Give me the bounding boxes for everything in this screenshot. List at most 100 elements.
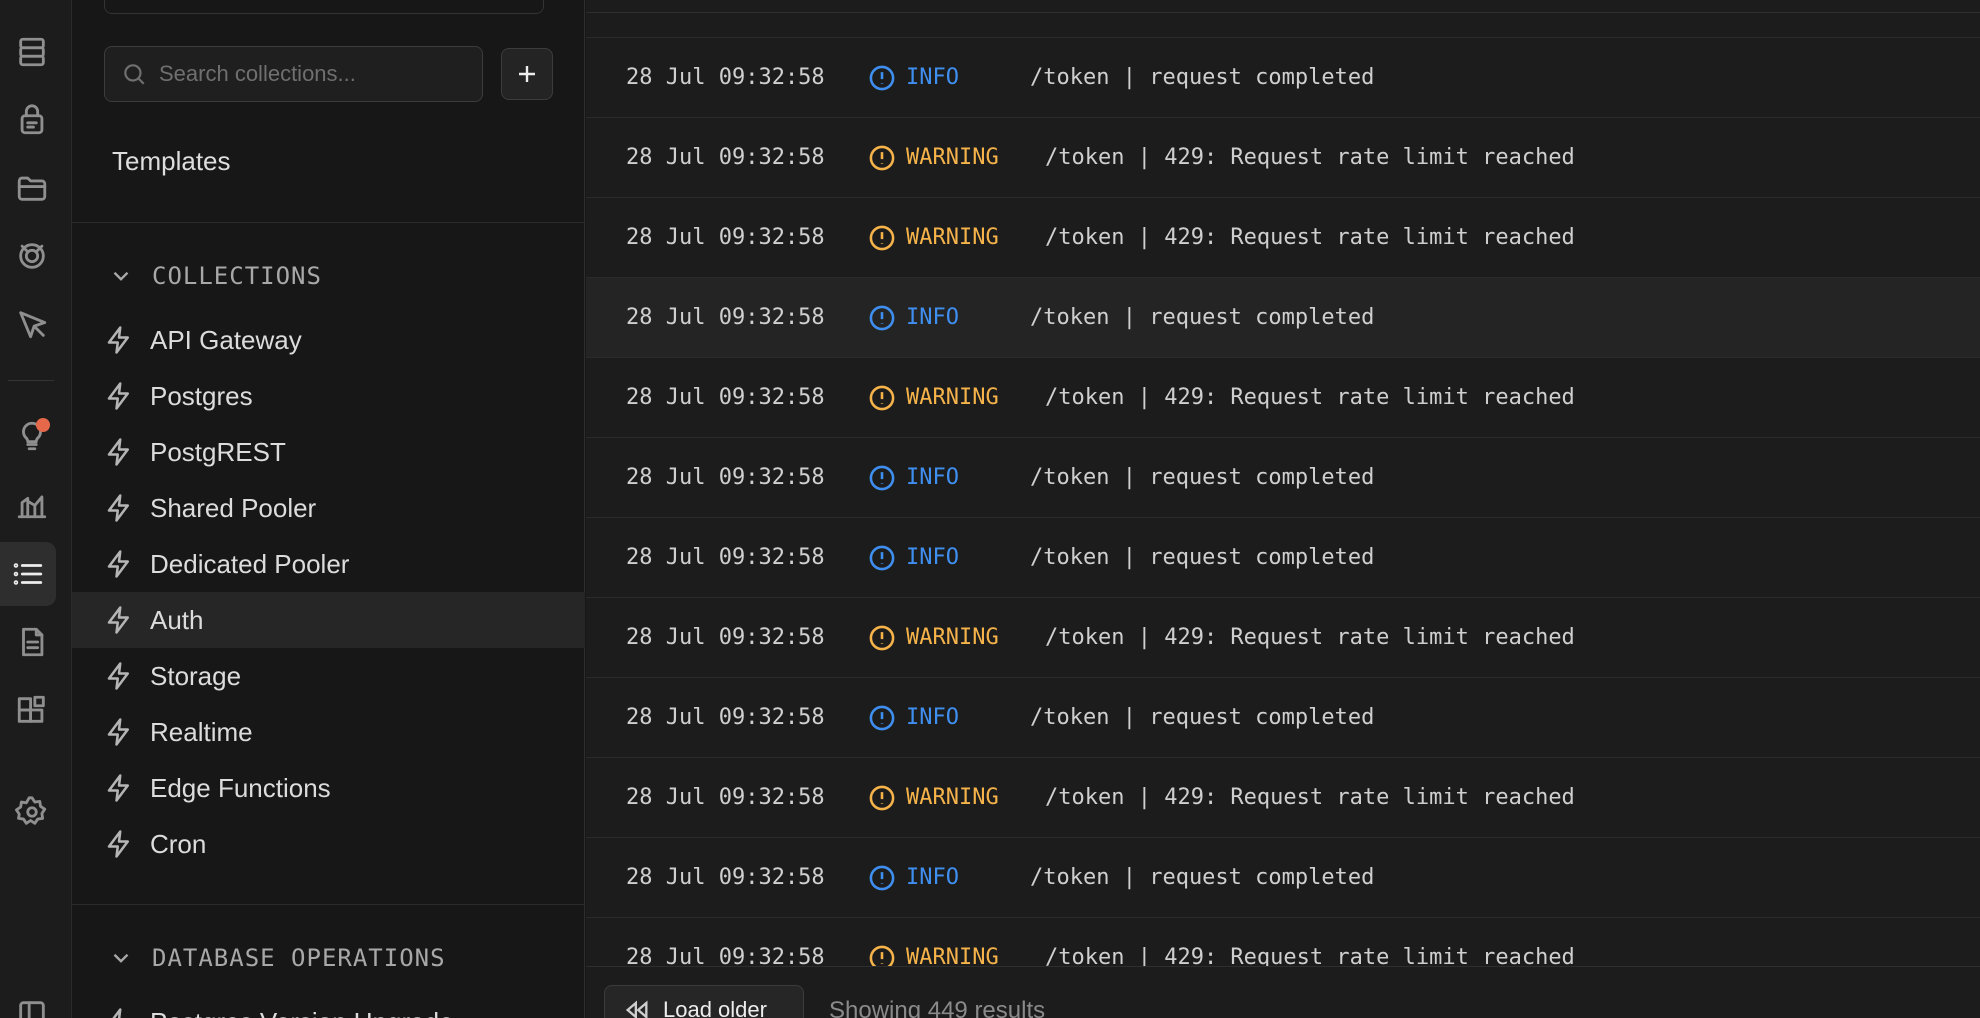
log-message: /token | request completed bbox=[1030, 545, 1375, 570]
log-level: WARNING bbox=[906, 385, 999, 410]
cursor-icon[interactable] bbox=[8, 300, 56, 348]
search-input[interactable] bbox=[159, 61, 482, 87]
collection-label: Postgres Version Upgrade bbox=[150, 1007, 454, 1018]
sidebar-top-control[interactable] bbox=[104, 0, 544, 14]
search-collections-field[interactable] bbox=[104, 46, 483, 102]
lightning-bolt-icon bbox=[107, 774, 129, 802]
collection-item-api-gateway[interactable]: API Gateway bbox=[72, 312, 585, 368]
lightning-bolt-icon bbox=[107, 550, 129, 578]
log-timestamp: 28 Jul 09:32:58 bbox=[626, 465, 825, 490]
collection-label: Cron bbox=[150, 828, 207, 859]
notification-dot bbox=[36, 418, 50, 432]
lightning-bolt-icon bbox=[107, 830, 129, 858]
log-row[interactable]: 28 Jul 09:32:58 WARNING/token | 429: Requ… bbox=[586, 757, 1980, 837]
collection-label: Storage bbox=[150, 660, 242, 691]
info-circle-icon bbox=[868, 544, 896, 572]
lightning-bolt-icon bbox=[107, 438, 129, 466]
collection-item-shared-pooler[interactable]: Shared Pooler bbox=[72, 480, 585, 536]
log-row[interactable]: 28 Jul 09:32:58 INFO/token | request comp… bbox=[586, 517, 1980, 597]
log-timestamp: 28 Jul 09:32:58 bbox=[626, 225, 825, 250]
load-older-button[interactable]: Load older bbox=[604, 985, 804, 1018]
integrations-icon[interactable] bbox=[8, 686, 56, 734]
lock-file-icon[interactable] bbox=[8, 96, 56, 144]
lightning-bolt-icon bbox=[107, 494, 129, 522]
icon-rail bbox=[0, 0, 72, 1018]
lightning-bolt-icon bbox=[112, 1008, 122, 1018]
collection-item-dedicated-pooler[interactable]: Dedicated Pooler bbox=[72, 536, 585, 592]
database-icon[interactable] bbox=[8, 28, 56, 76]
log-message: /token | 429: Request rate limit reached bbox=[1045, 785, 1575, 810]
log-message: /token | request completed bbox=[1030, 465, 1375, 490]
collections-sidebar: Templates COLLECTIONS API Gateway Postgr… bbox=[72, 0, 585, 1018]
log-timestamp: 28 Jul 09:32:58 bbox=[626, 785, 825, 810]
info-circle-icon bbox=[868, 864, 896, 892]
collection-item-auth[interactable]: Auth bbox=[72, 592, 585, 648]
collection-item-storage[interactable]: Storage bbox=[72, 648, 585, 704]
log-timestamp: 28 Jul 09:32:58 bbox=[626, 145, 825, 170]
load-older-label: Load older bbox=[663, 997, 767, 1018]
log-level: WARNING bbox=[906, 625, 999, 650]
logs-list-icon[interactable] bbox=[0, 542, 56, 606]
log-level: INFO bbox=[906, 305, 959, 330]
plus-icon bbox=[519, 66, 535, 82]
log-message: /token | request completed bbox=[1030, 865, 1375, 890]
folder-icon[interactable] bbox=[8, 164, 56, 212]
log-row[interactable]: 28 Jul 09:32:58 WARNING/token | 429: Requ… bbox=[586, 117, 1980, 197]
sidebar-divider bbox=[72, 222, 585, 223]
log-row[interactable]: 28 Jul 09:32:58 WARNING/token | 429: Requ… bbox=[586, 597, 1980, 677]
log-row[interactable]: 28 Jul 09:32:58 INFO/token | request comp… bbox=[586, 677, 1980, 757]
advisor-bulb-icon[interactable] bbox=[8, 412, 56, 460]
search-icon bbox=[124, 64, 145, 85]
log-row[interactable]: 28 Jul 09:32:58 INFO/token | request comp… bbox=[586, 277, 1980, 357]
lightning-bolt-icon bbox=[107, 382, 129, 410]
collection-label: Edge Functions bbox=[150, 772, 331, 803]
chevron-down-icon bbox=[113, 953, 129, 963]
log-viewer: 28 Jul 09:32:58 INFO/token | request comp… bbox=[586, 0, 1980, 1018]
document-icon[interactable] bbox=[8, 618, 56, 666]
log-row[interactable]: 28 Jul 09:32:58 WARNING/token | 429: Requ… bbox=[586, 197, 1980, 277]
warning-circle-icon bbox=[868, 624, 896, 652]
log-timestamp: 28 Jul 09:32:58 bbox=[626, 385, 825, 410]
collection-item-postgres[interactable]: Postgres bbox=[72, 368, 585, 424]
collection-label: Dedicated Pooler bbox=[150, 548, 350, 579]
info-circle-icon bbox=[868, 64, 896, 92]
collection-item-cron[interactable]: Cron bbox=[72, 816, 585, 872]
rewind-icon bbox=[625, 1000, 648, 1018]
reports-icon[interactable] bbox=[8, 480, 56, 528]
templates-link[interactable]: Templates bbox=[112, 146, 231, 177]
log-message: /token | 429: Request rate limit reached bbox=[1045, 625, 1575, 650]
collection-label: API Gateway bbox=[150, 324, 302, 355]
log-timestamp: 28 Jul 09:32:58 bbox=[626, 305, 825, 330]
warning-circle-icon bbox=[868, 224, 896, 252]
log-row[interactable]: 28 Jul 09:32:58 INFO/token | request comp… bbox=[586, 837, 1980, 917]
log-row[interactable]: 28 Jul 09:32:58 WARNING/token | 429: Requ… bbox=[586, 357, 1980, 437]
lightning-bolt-icon bbox=[107, 606, 129, 634]
log-level: INFO bbox=[906, 865, 959, 890]
lightning-bolt-icon bbox=[107, 326, 129, 354]
database-operations-section-toggle[interactable]: DATABASE OPERATIONS bbox=[108, 944, 446, 972]
log-row[interactable]: 28 Jul 09:32:58 INFO/token | request comp… bbox=[586, 437, 1980, 517]
add-collection-button[interactable] bbox=[501, 48, 553, 100]
collection-item-postgres-version-upgrade[interactable]: Postgres Version Upgrade bbox=[72, 994, 585, 1018]
collection-label: Auth bbox=[150, 604, 204, 635]
collection-label: PostgREST bbox=[150, 436, 286, 467]
collection-item-realtime[interactable]: Realtime bbox=[72, 704, 585, 760]
lightning-bolt-icon bbox=[107, 662, 129, 690]
log-level: WARNING bbox=[906, 145, 999, 170]
log-timestamp: 28 Jul 09:32:58 bbox=[626, 625, 825, 650]
log-footer: Load older Showing 449 results bbox=[586, 966, 1980, 1018]
log-level: INFO bbox=[906, 705, 959, 730]
log-row[interactable]: 28 Jul 09:32:58 INFO/token | request comp… bbox=[586, 37, 1980, 117]
panel-toggle-icon[interactable] bbox=[8, 990, 56, 1018]
log-header-divider bbox=[586, 12, 1980, 13]
log-timestamp: 28 Jul 09:32:58 bbox=[626, 545, 825, 570]
log-level: INFO bbox=[906, 465, 959, 490]
collection-item-postgrest[interactable]: PostgREST bbox=[72, 424, 585, 480]
collections-section-toggle[interactable]: COLLECTIONS bbox=[108, 262, 322, 290]
log-message: /token | request completed bbox=[1030, 65, 1375, 90]
info-circle-icon bbox=[868, 704, 896, 732]
settings-icon[interactable] bbox=[8, 788, 56, 836]
chevron-down-icon bbox=[113, 271, 129, 281]
realtime-icon[interactable] bbox=[8, 232, 56, 280]
collection-item-edge-functions[interactable]: Edge Functions bbox=[72, 760, 585, 816]
